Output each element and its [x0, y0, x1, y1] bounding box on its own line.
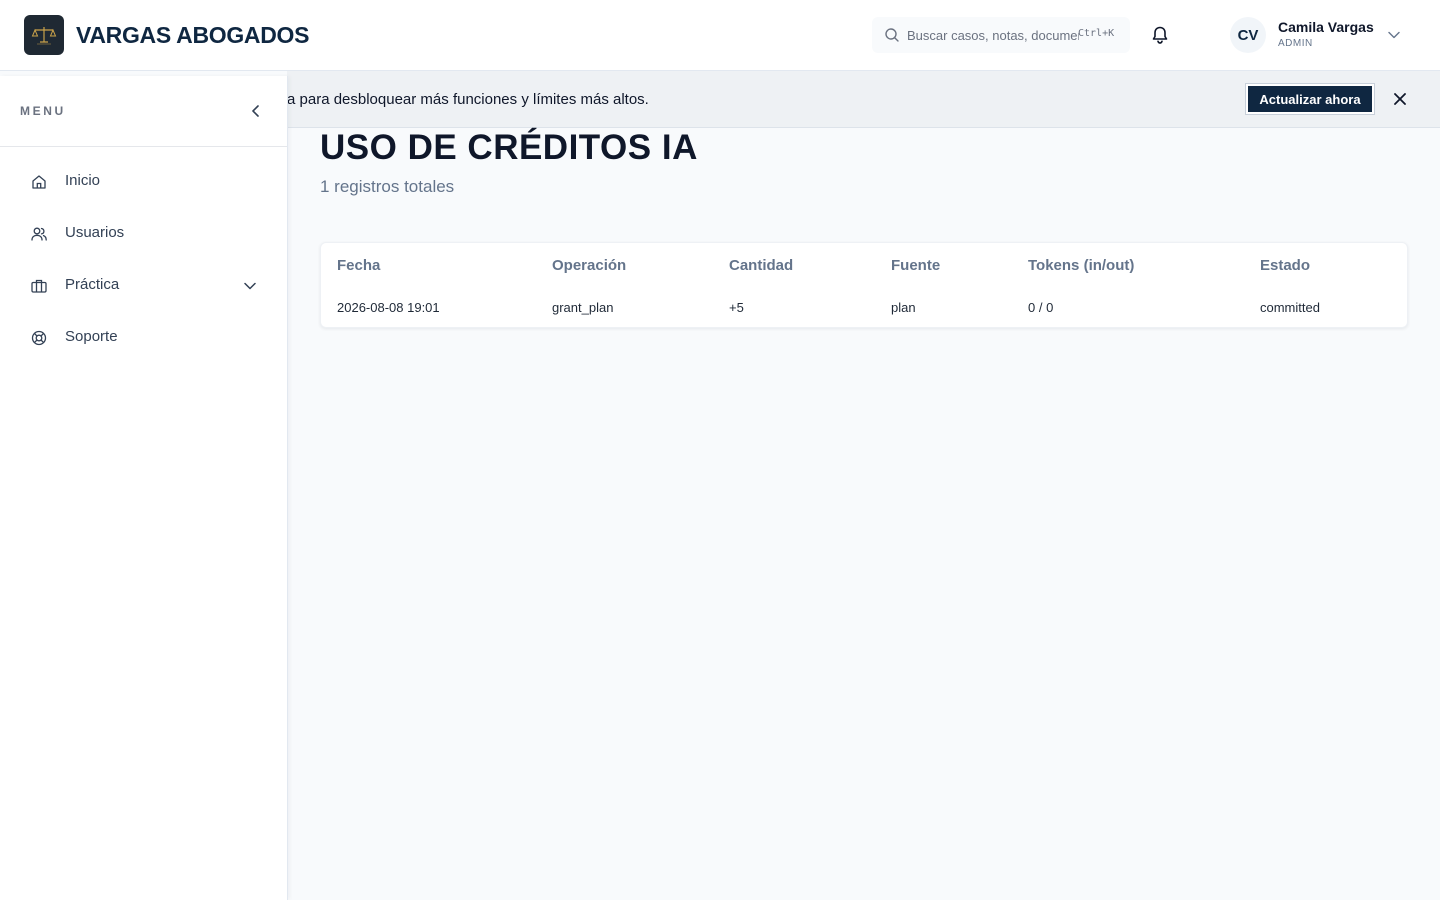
expand-chevron-down-icon[interactable]	[242, 278, 258, 294]
sidebar-item-practica[interactable]: Práctica	[20, 265, 268, 305]
search-input[interactable]	[907, 25, 1079, 45]
sidebar-item-usuarios[interactable]: Usuarios	[20, 213, 268, 253]
sidebar-item-inicio[interactable]: Inicio	[20, 161, 268, 201]
scales-logo-icon	[31, 27, 57, 45]
search-icon	[885, 28, 899, 42]
close-banner-icon[interactable]	[1391, 90, 1409, 108]
cell-operacion: grant_plan	[552, 300, 614, 315]
sidebar-divider	[0, 146, 287, 147]
upgrade-now-button[interactable]: Actualizar ahora	[1246, 84, 1374, 114]
global-search[interactable]: Ctrl+K	[872, 17, 1130, 53]
collapse-sidebar-chevron-left-icon[interactable]	[248, 103, 264, 119]
cell-estado: committed	[1260, 300, 1320, 315]
cell-cantidad: +5	[729, 300, 744, 315]
top-header: VARGAS ABOGADOS Ctrl+K CV Camila Vargas …	[0, 0, 1440, 71]
user-name[interactable]: Camila Vargas	[1278, 19, 1374, 35]
column-header-cantidad[interactable]: Cantidad	[729, 257, 793, 274]
brand-name[interactable]: VARGAS ABOGADOS	[76, 22, 309, 48]
sidebar-item-label: Práctica	[65, 276, 120, 293]
sidebar-item-soporte[interactable]: Soporte	[20, 317, 268, 357]
cell-tokens: 0 / 0	[1028, 300, 1054, 315]
cell-fuente: plan	[891, 300, 916, 315]
briefcase-icon	[31, 279, 47, 293]
cell-fecha: 2026-08-08 19:01	[337, 300, 440, 315]
page-title: USO DE CRÉDITOS IA	[320, 128, 698, 167]
sidebar: MENU Inicio Usuarios Práctica Soporte	[0, 76, 288, 900]
search-shortcut-hint: Ctrl+K	[1078, 28, 1115, 39]
column-header-estado[interactable]: Estado	[1260, 257, 1310, 274]
column-header-fecha[interactable]: Fecha	[337, 257, 380, 274]
user-avatar[interactable]: CV	[1230, 17, 1266, 53]
sidebar-item-label: Soporte	[65, 328, 118, 345]
lifebuoy-icon	[31, 330, 47, 346]
home-icon	[32, 175, 46, 189]
sidebar-menu-label: MENU	[20, 104, 66, 118]
column-header-fuente[interactable]: Fuente	[891, 257, 940, 274]
column-header-operacion[interactable]: Operación	[552, 257, 626, 274]
column-header-tokens[interactable]: Tokens (in/out)	[1028, 257, 1134, 274]
notifications-bell-icon[interactable]	[1149, 24, 1171, 46]
banner-text: a para desbloquear más funciones y límit…	[287, 91, 649, 108]
user-menu-chevron-down-icon[interactable]	[1387, 28, 1401, 42]
users-icon	[31, 227, 47, 241]
sidebar-item-label: Usuarios	[65, 224, 125, 241]
credits-usage-table: Fecha Operación Cantidad Fuente Tokens (…	[320, 242, 1408, 328]
sidebar-item-label: Inicio	[65, 172, 101, 189]
records-count: 1 registros totales	[320, 177, 455, 196]
firm-logo[interactable]	[24, 15, 64, 55]
user-role: ADMIN	[1278, 38, 1313, 49]
